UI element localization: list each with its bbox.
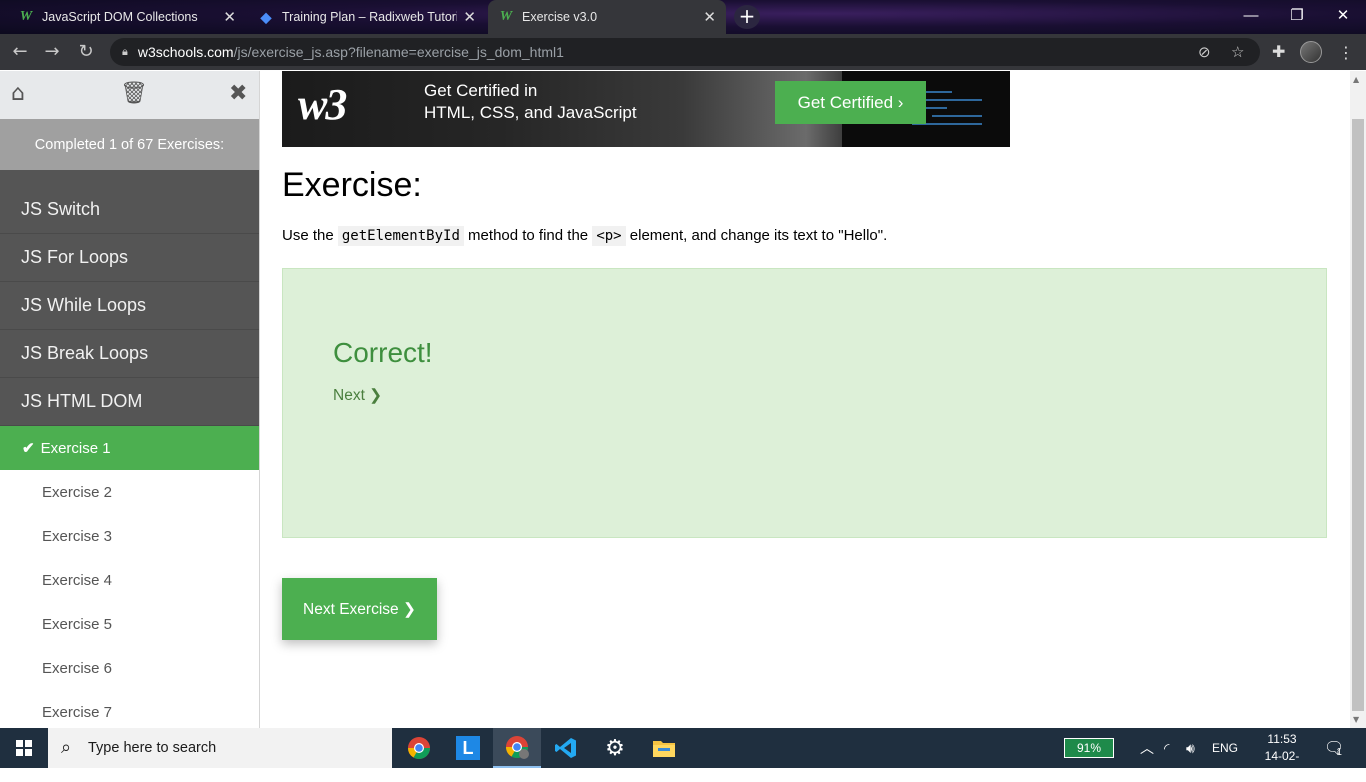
tab-exercise[interactable]: W Exercise v3.0 ✕ (488, 0, 726, 34)
sidebar-section-js-break-loops[interactable]: JS Break Loops (0, 330, 259, 378)
file-explorer-taskbar-icon[interactable] (640, 728, 688, 768)
sidebar-exercise-2[interactable]: Exercise 2 (0, 470, 259, 514)
close-icon[interactable]: ✖ (229, 81, 247, 106)
clock-date: 14-02-2021 (1264, 749, 1300, 780)
new-tab-button[interactable]: + (734, 5, 760, 29)
banner-text: Get Certified in HTML, CSS, and JavaScri… (424, 80, 637, 124)
next-exercise-button[interactable]: Next Exercise ❯ (282, 578, 437, 640)
restore-icon[interactable]: ❐ (1274, 0, 1320, 34)
main-content: w3 Get Certified in HTML, CSS, and JavaS… (260, 71, 1350, 728)
browser-tab-bar: W JavaScript DOM Collections ✕ ◆ Trainin… (0, 0, 1366, 34)
scroll-down-icon[interactable]: ▼ (1353, 715, 1359, 724)
desc-text: element, and change its text to "Hello". (625, 227, 888, 244)
next-link[interactable]: Next ❯ (333, 386, 382, 405)
extensions-icon[interactable]: ✚ (1272, 42, 1285, 61)
radixweb-icon: ◆ (260, 8, 272, 25)
lock-icon: 🔒︎ (122, 45, 128, 58)
tab-js-dom-collections[interactable]: W JavaScript DOM Collections ✕ (8, 0, 246, 34)
home-icon[interactable]: ⌂ (11, 81, 25, 106)
sidebar-exercise-7[interactable]: Exercise 7 (0, 690, 259, 728)
address-bar[interactable]: 🔒︎ w3schools.com/js/exercise_js.asp?file… (110, 38, 1260, 66)
windows-start-icon[interactable] (0, 728, 48, 768)
notification-icon[interactable]: 🗨︎ 1 (1324, 728, 1344, 768)
exercise-sidebar: ⌂ 🗑︎ ✖ Completed 1 of 67 Exercises: JS S… (0, 71, 260, 728)
close-icon[interactable]: ✕ (223, 8, 236, 26)
chrome-profile-taskbar-icon[interactable] (493, 728, 541, 768)
correct-message: Correct! (333, 337, 433, 368)
volume-icon[interactable]: 🔊︎ (1186, 728, 1195, 768)
url-host: w3schools.com (137, 44, 234, 60)
w3schools-icon: W (19, 9, 33, 24)
banner-line-2: HTML, CSS, and JavaScript (424, 103, 637, 122)
taskbar-search-input[interactable]: ⌕ Type here to search (48, 728, 392, 768)
search-icon: ⌕ (61, 737, 72, 757)
clock-time: 11:53 (1267, 732, 1297, 746)
sidebar-exercise-5[interactable]: Exercise 5 (0, 602, 259, 646)
url-path: /js/exercise_js.asp?filename=exercise_js… (233, 44, 564, 60)
checkmark-icon: ✔ (22, 440, 35, 457)
desc-text: Use the (282, 227, 338, 244)
windows-taskbar: ⌕ Type here to search L ⚙ 91% ︿ ◜ 🔊︎ ENG… (0, 728, 1366, 780)
sidebar-section-js-for-loops[interactable]: JS For Loops (0, 234, 259, 282)
wifi-icon[interactable]: ◜ (1164, 728, 1169, 768)
vscode-taskbar-icon[interactable] (542, 728, 590, 768)
battery-indicator[interactable]: 91% (1064, 738, 1114, 758)
close-icon[interactable]: ✕ (463, 8, 476, 26)
sidebar-section-js-switch[interactable]: JS Switch (0, 186, 259, 234)
system-clock[interactable]: 11:53 14-02-2021 (1254, 731, 1310, 782)
w3-logo: w3 (298, 80, 347, 129)
sidebar-toolbar: ⌂ 🗑︎ ✖ (0, 71, 259, 119)
bookmark-star-icon[interactable]: ☆ (1231, 43, 1244, 61)
gear-icon: ⚙ (605, 735, 625, 761)
section-divider (0, 170, 259, 186)
trash-icon[interactable]: 🗑︎ (120, 81, 148, 106)
close-icon[interactable]: ✕ (703, 8, 716, 26)
certification-banner[interactable]: w3 Get Certified in HTML, CSS, and JavaS… (282, 71, 1010, 147)
reload-icon[interactable]: ↻ (74, 41, 98, 65)
forward-icon[interactable]: → (40, 41, 64, 65)
sidebar-exercise-1[interactable]: ✔ Exercise 1 (0, 426, 259, 470)
profile-avatar[interactable] (1300, 41, 1322, 63)
minimize-icon[interactable]: — (1228, 0, 1274, 34)
tab-title: Training Plan – Radixweb Tutorial (282, 10, 457, 24)
vertical-scrollbar[interactable]: ▲ ▼ (1350, 71, 1366, 728)
banner-line-1: Get Certified in (424, 81, 538, 100)
language-indicator[interactable]: ENG (1212, 728, 1238, 768)
completed-count: Completed 1 of 67 Exercises: (0, 119, 259, 170)
scroll-up-icon[interactable]: ▲ (1353, 75, 1359, 84)
sidebar-section-js-html-dom[interactable]: JS HTML DOM (0, 378, 259, 426)
page-title: Exercise: (282, 166, 422, 204)
tab-training-plan[interactable]: ◆ Training Plan – Radixweb Tutorial ✕ (248, 0, 486, 34)
sidebar-exercise-3[interactable]: Exercise 3 (0, 514, 259, 558)
back-icon[interactable]: ← (8, 41, 32, 65)
tracking-blocked-icon[interactable]: ⊘ (1198, 43, 1211, 61)
browser-toolbar: ← → ↻ 🔒︎ w3schools.com/js/exercise_js.as… (0, 34, 1366, 70)
get-certified-button[interactable]: Get Certified › (775, 81, 926, 124)
l-app-taskbar-icon[interactable]: L (444, 728, 492, 768)
exercise-description: Use the getElementById method to find th… (282, 226, 888, 246)
tab-title: Exercise v3.0 (522, 10, 598, 24)
desc-text: method to find the (463, 227, 593, 244)
result-panel: Correct! Next ❯ (282, 268, 1327, 538)
notification-count: 1 (1336, 746, 1342, 758)
show-hidden-icons-icon[interactable]: ︿ (1140, 728, 1154, 768)
exercise-label: Exercise 1 (40, 439, 111, 457)
settings-taskbar-icon[interactable]: ⚙ (591, 728, 639, 768)
search-placeholder: Type here to search (88, 740, 217, 756)
code-getelementbyid: getElementById (337, 226, 464, 246)
sidebar-exercise-6[interactable]: Exercise 6 (0, 646, 259, 690)
w3schools-icon: W (499, 9, 513, 24)
menu-icon[interactable]: ⋮ (1338, 43, 1354, 62)
scrollbar-thumb[interactable] (1352, 119, 1364, 711)
tab-title: JavaScript DOM Collections (42, 10, 198, 24)
sidebar-exercise-4[interactable]: Exercise 4 (0, 558, 259, 602)
chrome-taskbar-icon[interactable] (395, 728, 443, 768)
close-window-icon[interactable]: ✕ (1320, 0, 1366, 34)
sidebar-section-js-while-loops[interactable]: JS While Loops (0, 282, 259, 330)
code-p-tag: <p> (592, 226, 626, 246)
